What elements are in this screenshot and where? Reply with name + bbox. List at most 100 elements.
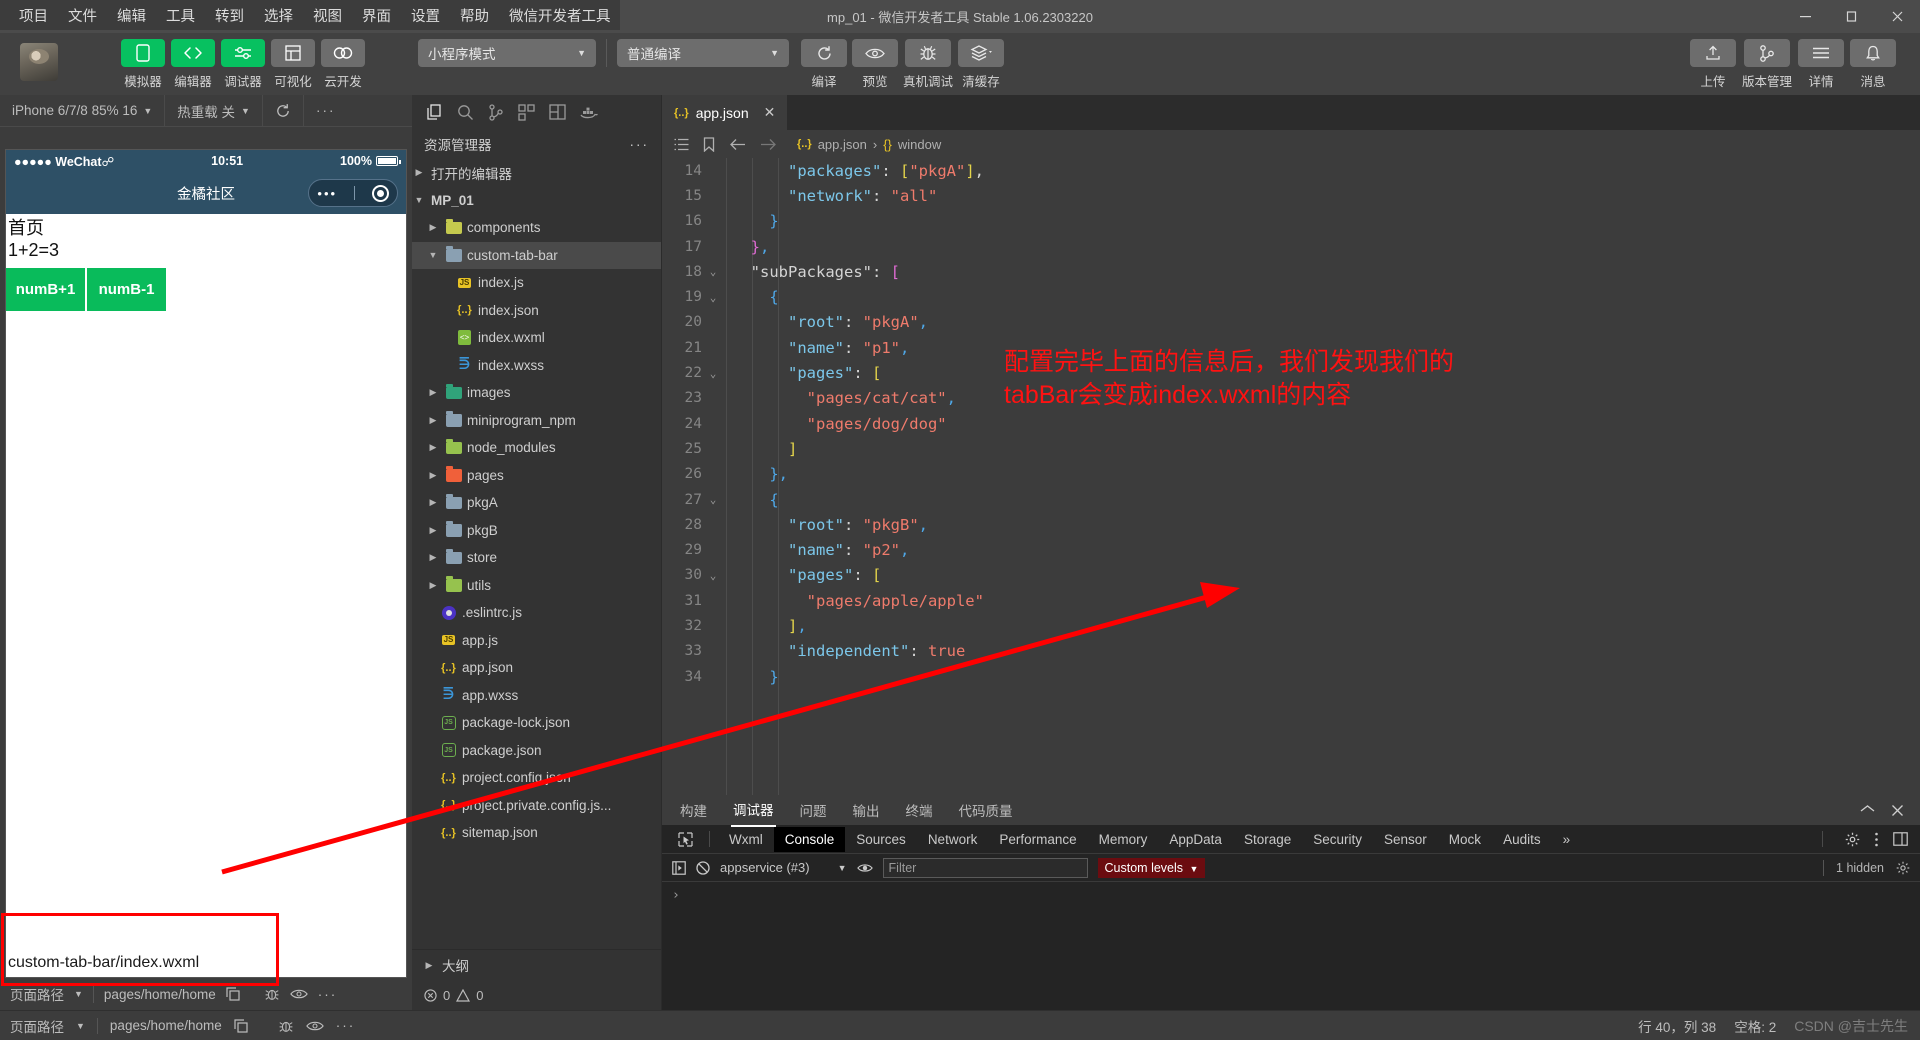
avatar[interactable] (20, 43, 58, 81)
tree-section-outline[interactable]: ▶ 大纲 (412, 949, 661, 980)
toolbar-button-debugger[interactable]: 调试器 (220, 39, 266, 90)
tree-item-index-json[interactable]: {..} index.json (412, 297, 661, 325)
extensions-icon[interactable] (518, 103, 535, 121)
tab-appdata[interactable]: AppData (1158, 827, 1233, 852)
toolbar-button-details[interactable]: 详情 (1798, 39, 1844, 90)
tab-memory[interactable]: Memory (1088, 827, 1159, 852)
toolbar-button-compile[interactable]: 编译 (801, 39, 847, 90)
hot-reload-select[interactable]: 热重载 关 ▼ (165, 94, 263, 127)
menu-item-devtools[interactable]: 微信开发者工具 (500, 2, 620, 29)
tree-item-custom-tab-bar[interactable]: ▼ custom-tab-bar (412, 241, 661, 269)
mode-select[interactable]: 小程序模式 ▼ (418, 39, 596, 67)
tree-item-sitemap-json[interactable]: {..} sitemap.json (412, 819, 661, 847)
fold-toggle[interactable]: ⌄ (704, 265, 722, 278)
tab-sources[interactable]: Sources (845, 827, 917, 852)
tree-item-app-js[interactable]: JS app.js (412, 627, 661, 655)
tree-item-index-wxml[interactable]: <> index.wxml (412, 324, 661, 352)
breadcrumb-scope[interactable]: window (898, 137, 941, 152)
bug-icon[interactable] (278, 1018, 294, 1034)
close-icon[interactable]: ✕ (764, 104, 776, 121)
numb-increment-button[interactable]: numB+1 (6, 267, 85, 311)
back-icon[interactable] (729, 138, 746, 151)
chevron-up-icon[interactable] (1860, 804, 1875, 817)
outline-icon[interactable] (674, 138, 689, 151)
tab-audits[interactable]: Audits (1492, 827, 1552, 852)
tab-mock[interactable]: Mock (1438, 827, 1492, 852)
tab-performance[interactable]: Performance (988, 827, 1087, 852)
tree-item-project-private-config[interactable]: {..} project.private.config.js... (412, 792, 661, 820)
execute-icon[interactable] (672, 860, 686, 875)
tree-item-components[interactable]: ▶ components (412, 214, 661, 242)
tree-item-store[interactable]: ▶ store (412, 544, 661, 572)
tree-item-package-lock[interactable]: JS package-lock.json (412, 709, 661, 737)
eye-icon[interactable] (305, 1020, 324, 1032)
tab-security[interactable]: Security (1302, 827, 1373, 852)
tree-item-app-json[interactable]: {..} app.json (412, 654, 661, 682)
toolbar-button-editor[interactable]: 编辑器 (170, 39, 216, 90)
numb-decrement-button[interactable]: numB-1 (87, 267, 166, 311)
menu-item-project[interactable]: 项目 (10, 2, 57, 29)
tab-build[interactable]: 构建 (678, 794, 709, 826)
fold-toggle[interactable]: ⌄ (704, 291, 722, 304)
tab-storage[interactable]: Storage (1233, 827, 1302, 852)
tree-item-pkgb[interactable]: ▶ pkgB (412, 517, 661, 545)
fold-toggle[interactable]: ⌄ (704, 367, 722, 380)
simulator-refresh-button[interactable] (263, 94, 304, 127)
tab-terminal[interactable]: 终端 (904, 794, 935, 826)
menu-item-tools[interactable]: 工具 (157, 2, 204, 29)
console-context-select[interactable]: appservice (#3) ▼ (720, 860, 847, 875)
tree-item-pkga[interactable]: ▶ pkgA (412, 489, 661, 517)
tree-item-pages[interactable]: ▶ pages (412, 462, 661, 490)
fold-toggle[interactable]: ⌄ (704, 493, 722, 506)
copy-icon[interactable] (234, 1018, 248, 1033)
inspect-element-icon[interactable] (670, 831, 701, 847)
tree-item-index-js[interactable]: JS index.js (412, 269, 661, 297)
explorer-more-button[interactable]: ··· (630, 137, 650, 152)
eye-icon[interactable] (289, 988, 308, 1000)
toolbar-button-clear-cache[interactable]: 清缓存 (958, 39, 1005, 90)
tree-item-index-wxss[interactable]: ⋽ index.wxss (412, 352, 661, 380)
toolbar-button-visual[interactable]: 可视化 (270, 39, 316, 90)
tab-console[interactable]: Console (773, 826, 846, 852)
fold-toggle[interactable]: ⌄ (704, 569, 722, 582)
forward-icon[interactable] (760, 138, 777, 151)
tab-app-json[interactable]: {..} app.json ✕ (662, 95, 788, 130)
tab-code-quality[interactable]: 代码质量 (957, 794, 1015, 826)
menu-item-interface[interactable]: 界面 (353, 2, 400, 29)
source-control-icon[interactable] (488, 103, 504, 121)
search-icon[interactable] (457, 104, 474, 121)
tree-item-project-config[interactable]: {..} project.config.json (412, 764, 661, 792)
tree-item-utils[interactable]: ▶ utils (412, 572, 661, 600)
wechat-capsule[interactable]: ••• (308, 179, 398, 207)
gear-icon[interactable] (1845, 832, 1860, 847)
docker-icon[interactable] (580, 105, 598, 119)
page-path-label[interactable]: 页面路径 (10, 984, 64, 1004)
toolbar-button-simulator[interactable]: 模拟器 (120, 39, 166, 90)
eye-icon[interactable] (856, 862, 873, 874)
tree-item-miniprogram-npm[interactable]: ▶ miniprogram_npm (412, 407, 661, 435)
console-levels-select[interactable]: Custom levels ▼ (1097, 857, 1206, 878)
status-page-path-label[interactable]: 页面路径 (10, 1016, 64, 1036)
device-select[interactable]: iPhone 6/7/8 85% 16 ▼ (0, 94, 166, 127)
breadcrumb-file[interactable]: app.json (818, 137, 867, 152)
compile-select[interactable]: 普通编译 ▼ (617, 39, 789, 67)
close-icon[interactable] (1891, 804, 1904, 817)
toolbar-button-preview[interactable]: 预览 (852, 39, 898, 90)
tab-network[interactable]: Network (917, 827, 989, 852)
tree-section-open-editors[interactable]: ▶ 打开的编辑器 (412, 159, 661, 187)
toolbar-button-upload[interactable]: 上传 (1689, 39, 1736, 90)
tree-item-package-json[interactable]: JS package.json (412, 737, 661, 765)
dock-icon[interactable] (1893, 832, 1908, 846)
tab-output[interactable]: 输出 (851, 794, 882, 826)
toolbar-button-real-device[interactable]: 真机调试 (903, 39, 953, 90)
console-filter-input[interactable]: Filter (882, 857, 1088, 878)
bug-icon[interactable] (264, 986, 280, 1002)
more-icon[interactable]: ··· (318, 987, 338, 1002)
tab-wxml[interactable]: Wxml (718, 827, 774, 852)
tab-overflow-button[interactable]: » (1552, 827, 1582, 852)
error-icon[interactable] (424, 988, 437, 1002)
menu-item-select[interactable]: 选择 (255, 2, 302, 29)
gear-icon[interactable] (1896, 861, 1910, 875)
tab-problems[interactable]: 问题 (798, 794, 829, 826)
menu-item-view[interactable]: 视图 (304, 2, 351, 29)
